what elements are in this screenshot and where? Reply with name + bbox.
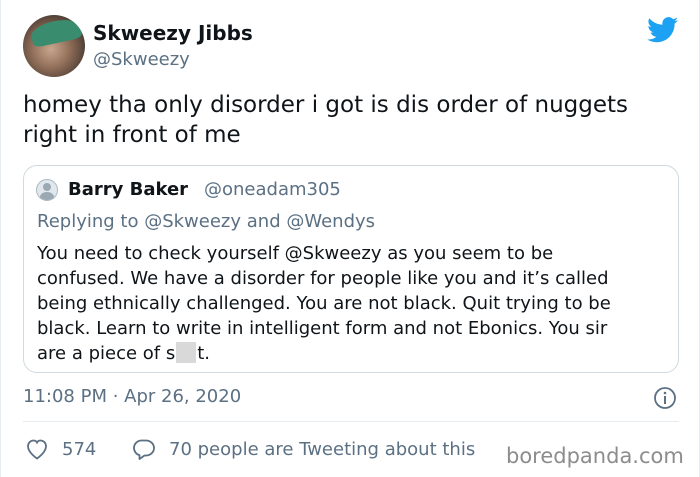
reply-bubble-icon[interactable] bbox=[132, 438, 156, 460]
replying-user-link[interactable]: @Skweezy bbox=[144, 211, 241, 232]
info-icon[interactable] bbox=[653, 386, 677, 410]
tweet-text-line: right in front of me bbox=[23, 122, 241, 148]
quoted-text-line: being ethnically challenged. You are not… bbox=[37, 293, 611, 314]
heart-icon[interactable] bbox=[25, 438, 49, 460]
twitter-bird-icon[interactable] bbox=[647, 17, 679, 43]
quoted-text-fragment: are a piece of s bbox=[37, 343, 176, 364]
quoted-text-line: confused. We have a disorder for people … bbox=[37, 268, 609, 289]
quoted-handle: @oneadam305 bbox=[204, 179, 341, 200]
quoted-text-fragment: t. bbox=[197, 343, 211, 364]
watermark: boredpanda.com bbox=[506, 444, 684, 468]
tweeting-about-link[interactable]: 70 people are Tweeting about this bbox=[169, 439, 475, 460]
replying-to: Replying to @Skweezy and @Wendys bbox=[37, 211, 375, 232]
tweet-text-line: homey tha only disorder i got is dis ord… bbox=[23, 92, 628, 118]
quoted-text-line: are a piece of s t. bbox=[37, 341, 667, 366]
quoted-avatar[interactable] bbox=[36, 179, 58, 201]
display-name[interactable]: Skweezy Jibbs bbox=[93, 21, 253, 45]
replying-user-link[interactable]: @Wendys bbox=[286, 211, 375, 232]
quoted-display-name: Barry Baker bbox=[68, 179, 189, 200]
replying-and: and bbox=[241, 211, 287, 232]
quoted-tweet[interactable]: Barry Baker @oneadam305 Replying to @Skw… bbox=[23, 165, 679, 373]
quoted-text-line: You need to check yourself @Skweezy as y… bbox=[37, 243, 554, 264]
user-handle[interactable]: @Skweezy bbox=[93, 49, 190, 70]
like-count[interactable]: 574 bbox=[62, 439, 96, 460]
quoted-text-line: black. Learn to write in intelligent for… bbox=[37, 318, 608, 339]
tweet-text: homey tha only disorder i got is dis ord… bbox=[23, 90, 683, 150]
replying-prefix: Replying to bbox=[37, 211, 145, 232]
quoted-text: You need to check yourself @Skweezy as y… bbox=[37, 241, 667, 366]
timestamp[interactable]: 11:08 PM · Apr 26, 2020 bbox=[23, 386, 241, 407]
avatar[interactable] bbox=[23, 15, 85, 77]
tweet-card: Skweezy Jibbs @Skweezy homey tha only di… bbox=[0, 0, 700, 477]
divider bbox=[23, 421, 679, 422]
censor-block bbox=[176, 342, 197, 363]
